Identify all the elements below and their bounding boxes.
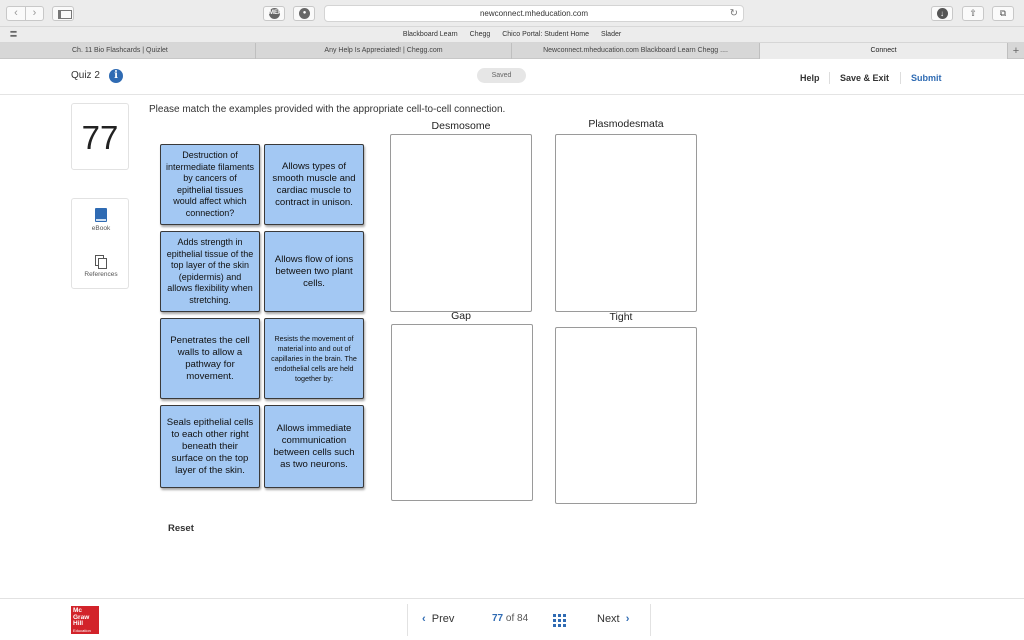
drag-card[interactable]: Allows types of smooth muscle and cardia… [264, 144, 364, 225]
new-tab-button[interactable]: + [1008, 43, 1024, 59]
tools-panel: eBook References [71, 198, 129, 289]
extension-circle-icon: ● [299, 8, 310, 19]
fav-chico-portal[interactable]: Chico Portal: Student Home [502, 31, 589, 38]
help-button[interactable]: Help [800, 73, 820, 83]
zone-label-gap: Gap [451, 310, 471, 322]
save-exit-button[interactable]: Save & Exit [840, 73, 889, 83]
page-counter: 77 of 84 [492, 613, 528, 624]
tab-quizlet[interactable]: Ch. 11 Bio Flashcards | Quizlet [0, 43, 256, 59]
fav-slader[interactable]: Slader [601, 31, 621, 38]
tab-connect[interactable]: Connect [760, 43, 1008, 59]
reset-button[interactable]: Reset [168, 523, 194, 534]
prev-button[interactable]: ‹ Prev [422, 613, 454, 625]
fav-blackboard[interactable]: Blackboard Learn [403, 31, 458, 38]
back-icon[interactable]: ‹ [7, 7, 25, 20]
submit-button[interactable]: Submit [911, 73, 942, 83]
mep-icon: MEP [269, 8, 282, 19]
share-icon: ⇧ [969, 8, 977, 18]
address-bar[interactable]: newconnect.mheducation.com ↻ [324, 5, 744, 22]
info-icon[interactable]: i [109, 69, 123, 83]
card-text: Resists the movement of material into an… [271, 333, 357, 383]
references-label: References [84, 271, 118, 278]
card-text: Destruction of intermediate filaments by… [165, 150, 255, 218]
download-button[interactable]: ↓ [931, 6, 953, 21]
quiz-header: Quiz 2 i Saved Help Save & Exit Submit [0, 60, 1024, 95]
browser-toolbar: ‹ › MEP ● newconnect.mheducation.com ↻ ↓… [0, 0, 1024, 27]
share-button[interactable]: ⇧ [962, 6, 984, 21]
references-icon [95, 255, 107, 269]
card-text: Allows flow of ions between two plant ce… [274, 253, 354, 289]
card-text: Allows types of smooth muscle and cardia… [272, 160, 356, 208]
download-icon: ↓ [936, 7, 948, 19]
question-instructions: Please match the examples provided with … [149, 104, 506, 115]
history-nav: ‹ › [6, 6, 44, 21]
sidebar-icon[interactable] [52, 6, 74, 21]
divider [900, 72, 901, 84]
references-button[interactable]: References [72, 245, 130, 289]
divider [829, 72, 830, 84]
next-button[interactable]: Next › [597, 613, 629, 625]
drag-card[interactable]: Adds strength in epithelial tissue of th… [160, 231, 260, 312]
drag-card[interactable]: Allows flow of ions between two plant ce… [264, 231, 364, 312]
ebook-icon [95, 208, 107, 222]
prev-label: Prev [431, 613, 455, 625]
card-text: Penetrates the cell walls to allow a pat… [170, 334, 250, 382]
drag-card[interactable]: Destruction of intermediate filaments by… [160, 144, 260, 225]
chevron-left-icon: ‹ [422, 613, 426, 625]
chevron-right-icon: › [625, 613, 630, 625]
ebook-button[interactable]: eBook [72, 199, 130, 243]
card-text: Seals epithelial cells to each other rig… [166, 416, 254, 476]
drag-card[interactable]: Penetrates the cell walls to allow a pat… [160, 318, 260, 399]
drop-zone-desmosome[interactable] [390, 134, 532, 312]
tab-blackboard[interactable]: Newconnect.mheducation.com Blackboard Le… [512, 43, 760, 59]
tab-bar: Ch. 11 Bio Flashcards | Quizlet Any Help… [0, 43, 1024, 59]
saved-status-badge: Saved [477, 68, 526, 83]
zone-label-plasmodesmata: Plasmodesmata [588, 118, 664, 130]
next-label: Next [597, 613, 620, 625]
fav-chegg[interactable]: Chegg [470, 31, 491, 38]
ebook-label: eBook [91, 225, 111, 232]
drop-zone-plasmodesmata[interactable] [555, 134, 697, 312]
address-text: newconnect.mheducation.com [479, 9, 589, 18]
zone-label-tight: Tight [609, 311, 633, 323]
extension-mep-button[interactable]: MEP [263, 6, 285, 21]
question-grid-icon[interactable] [553, 614, 566, 627]
tabs-icon: ⧉ [999, 8, 1007, 18]
favorites-bar: ▪▪▪▪ ▪▪▪▪ Blackboard Learn Chegg Chico Po… [0, 27, 1024, 43]
logo-line: Education [73, 627, 91, 633]
drop-zone-tight[interactable] [555, 327, 697, 504]
footer: Mc Graw Hill Education ‹ Prev 77 of 84 N… [0, 598, 1024, 640]
tab-chegg[interactable]: Any Help Is Appreciated! | Chegg.com [256, 43, 512, 59]
question-number: 77 [71, 103, 129, 170]
mcgraw-hill-logo: Mc Graw Hill Education [71, 606, 99, 634]
question-pager: ‹ Prev 77 of 84 Next › [407, 604, 651, 636]
drop-zone-gap[interactable] [391, 324, 533, 501]
of-label: of [505, 613, 515, 624]
card-text: Adds strength in epithelial tissue of th… [166, 237, 254, 305]
card-text: Allows immediate communication between c… [273, 422, 355, 470]
total-pages: 84 [517, 613, 529, 624]
drag-card[interactable]: Allows immediate communication between c… [264, 405, 364, 488]
tabs-overview-button[interactable]: ⧉ [992, 6, 1014, 21]
current-page: 77 [492, 613, 504, 624]
quiz-title: Quiz 2 [71, 70, 100, 81]
forward-icon[interactable]: › [25, 7, 43, 20]
zone-label-desmosome: Desmosome [431, 120, 491, 132]
drag-card[interactable]: Seals epithelial cells to each other rig… [160, 405, 260, 488]
reload-icon[interactable]: ↻ [730, 6, 738, 21]
drag-card[interactable]: Resists the movement of material into an… [264, 318, 364, 399]
extension-button[interactable]: ● [293, 6, 315, 21]
